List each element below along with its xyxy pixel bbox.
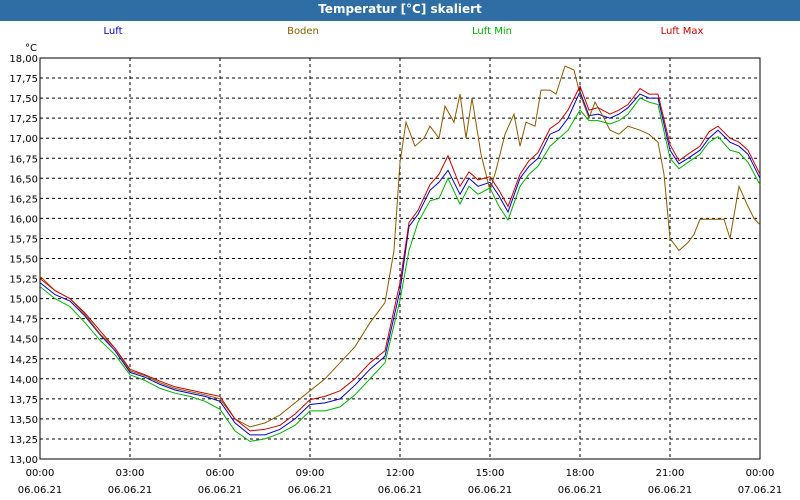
temperature-chart: 13,00 13,25 13,50 13,75 14,00 14,25 14,50 14,75… xyxy=(9,26,783,496)
legend-luft: Luft xyxy=(104,26,123,37)
y-tick-label: 17,25 xyxy=(9,114,38,125)
x-tick-date: 06.06.21 xyxy=(288,485,333,496)
x-tick-time: 03:00 xyxy=(116,468,145,479)
x-tick-date: 06.06.21 xyxy=(198,485,243,496)
y-tick-label: 14,75 xyxy=(9,315,38,326)
y-tick-label: 13,50 xyxy=(9,415,38,426)
y-axis-label: °C xyxy=(25,43,37,54)
y-tick-label: 13,75 xyxy=(9,395,38,406)
x-tick-time: 00:00 xyxy=(26,468,55,479)
legend-luft-max: Luft Max xyxy=(661,26,704,37)
legend-boden: Boden xyxy=(287,26,319,37)
x-tick-date: 06.06.21 xyxy=(648,485,693,496)
x-tick-date: 06.06.21 xyxy=(378,485,423,496)
y-tick-label: 17,50 xyxy=(9,94,38,105)
y-tick-label: 15,50 xyxy=(9,255,38,266)
y-tick-label: 16,25 xyxy=(9,194,38,205)
x-tick-time: 06:00 xyxy=(206,468,235,479)
y-tick-label: 15,75 xyxy=(9,234,38,245)
x-tick-time: 18:00 xyxy=(566,468,595,479)
y-tick-label: 17,75 xyxy=(9,74,38,85)
x-tick-time: 21:00 xyxy=(656,468,685,479)
x-tick-time: 09:00 xyxy=(296,468,325,479)
legend-luft-min: Luft Min xyxy=(472,26,512,37)
x-tick-date: 06.06.21 xyxy=(18,485,63,496)
chart-title: Temperatur [°C] skaliert xyxy=(0,0,800,21)
x-tick-time: 12:00 xyxy=(386,468,415,479)
x-tick-date: 06.06.21 xyxy=(108,485,153,496)
y-tick-label: 18,00 xyxy=(9,54,38,65)
y-tick-label: 14,25 xyxy=(9,355,38,366)
y-tick-label: 13,25 xyxy=(9,435,38,446)
y-tick-label: 16,00 xyxy=(9,214,38,225)
x-tick-date: 06.06.21 xyxy=(468,485,513,496)
y-tick-label: 14,50 xyxy=(9,335,38,346)
x-tick-date: 07.06.21 xyxy=(738,485,783,496)
y-tick-label: 13,00 xyxy=(9,455,38,466)
x-tick-date: 06.06.21 xyxy=(558,485,603,496)
y-tick-label: 16,50 xyxy=(9,174,38,185)
y-tick-label: 16,75 xyxy=(9,154,38,165)
y-tick-label: 15,00 xyxy=(9,295,38,306)
y-tick-label: 14,00 xyxy=(9,375,38,386)
x-tick-time: 00:00 xyxy=(746,468,775,479)
y-tick-label: 17,00 xyxy=(9,134,38,145)
x-tick-time: 15:00 xyxy=(476,468,505,479)
y-tick-label: 15,25 xyxy=(9,275,38,286)
